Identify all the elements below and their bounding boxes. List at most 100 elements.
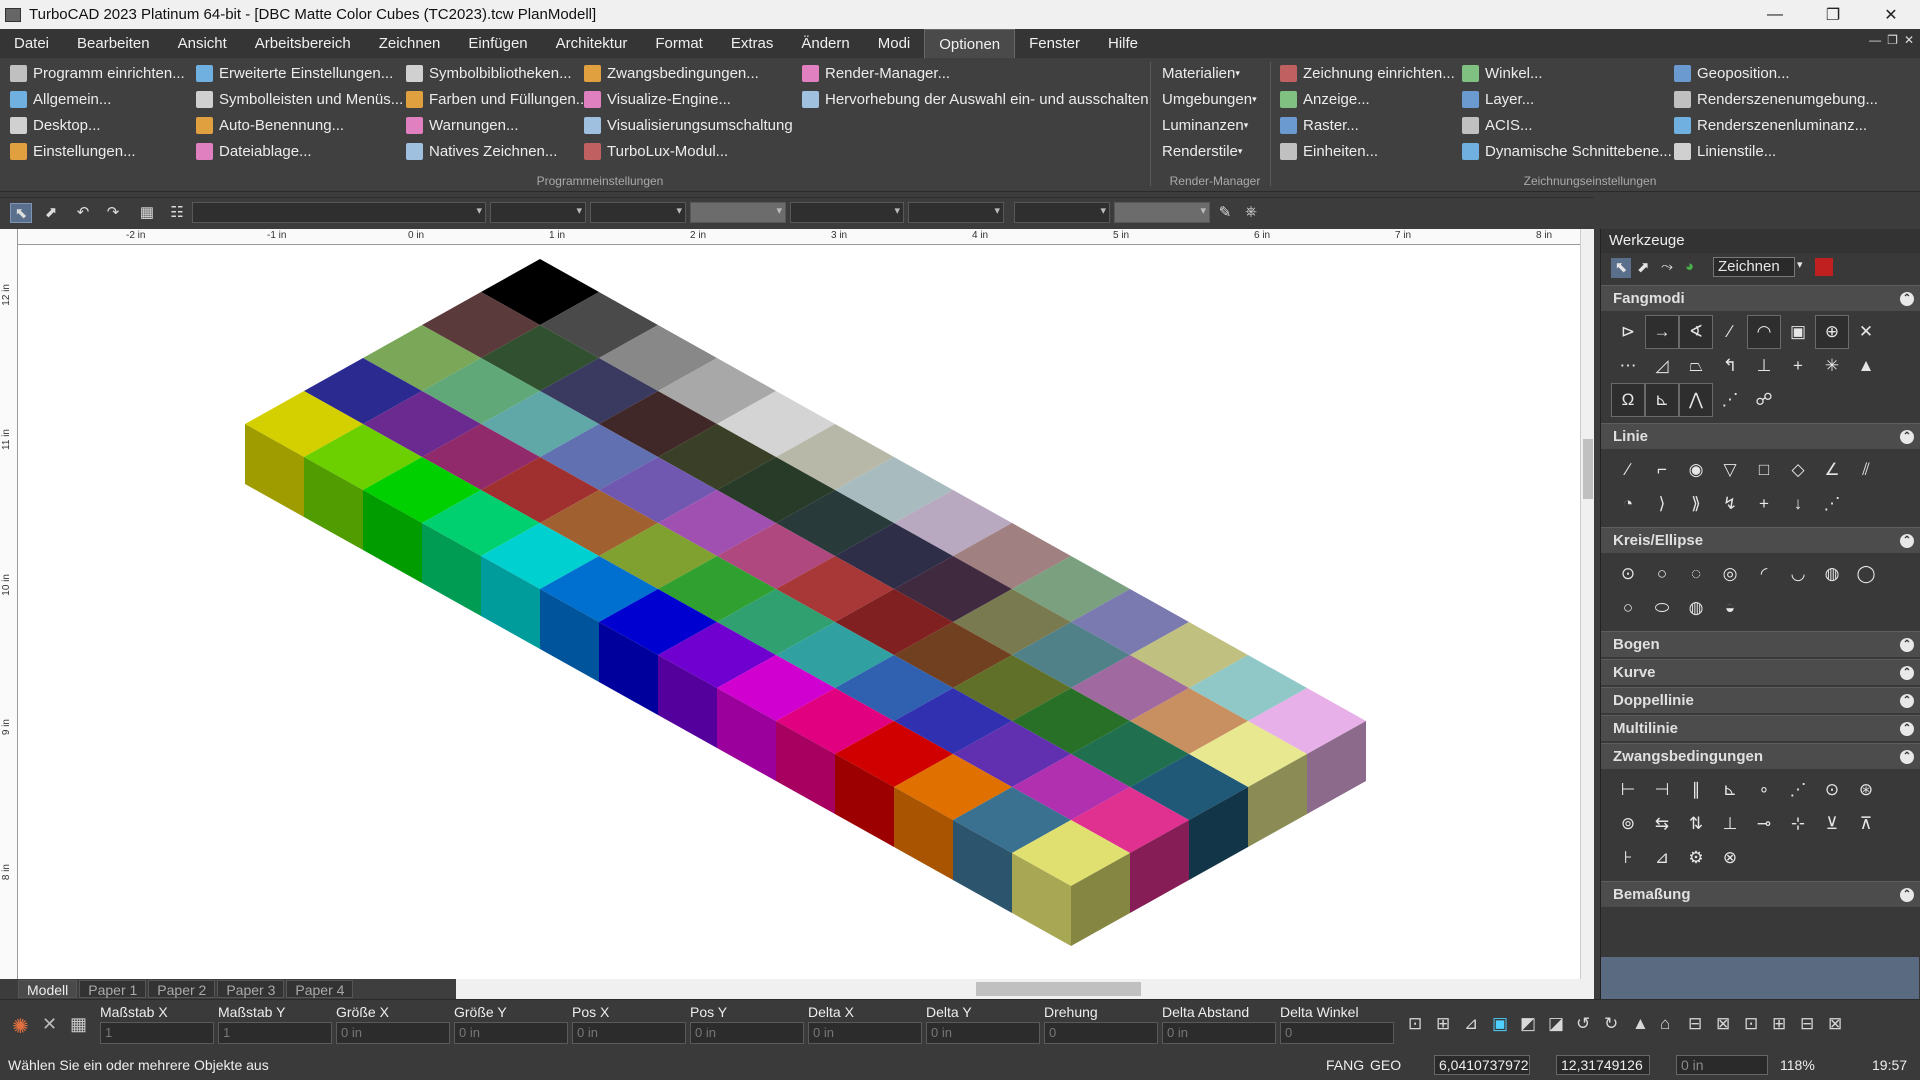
tool-icon[interactable]: ⋰	[1815, 487, 1849, 521]
panel-mode-select[interactable]: Zeichnen	[1713, 257, 1795, 277]
menu-bearbeiten[interactable]: Bearbeiten	[63, 29, 164, 58]
ribbon-item-4-3[interactable]: TurboLux-Modul...	[584, 138, 793, 164]
ribbon-item-6-3[interactable]: Renderstile ▾	[1162, 138, 1257, 164]
tool-icon[interactable]: ◠	[1747, 315, 1781, 349]
tool-icon[interactable]: ⟫	[1679, 487, 1713, 521]
menu-architektur[interactable]: Architektur	[542, 29, 642, 58]
ribbon-item-9-0[interactable]: Geoposition...	[1674, 60, 1878, 86]
ribbon-item-4-1[interactable]: Visualize-Engine...	[584, 86, 793, 112]
tool-icon[interactable]: ⊳	[1611, 315, 1645, 349]
inspector-input[interactable]: 0 in	[926, 1022, 1040, 1044]
tool-icon[interactable]: ◍	[1815, 557, 1849, 591]
inspector-tool-icon[interactable]: ⌂	[1660, 1014, 1670, 1034]
tool-icon[interactable]: ⊻	[1815, 807, 1849, 841]
inspector-tool-icon[interactable]: ↺	[1576, 1014, 1590, 1034]
ribbon-item-7-3[interactable]: Einheiten...	[1280, 138, 1455, 164]
panel-color-icon[interactable]	[1815, 258, 1833, 276]
inspector-tool-icon[interactable]: ⊡	[1744, 1014, 1758, 1034]
undo-icon[interactable]: ↶	[72, 203, 94, 223]
tool-icon[interactable]: ⋀	[1679, 383, 1713, 417]
tool-icon[interactable]: ⇆	[1645, 807, 1679, 841]
tool-icon[interactable]: ↰	[1713, 349, 1747, 383]
horizontal-scrollbar[interactable]	[456, 979, 1594, 999]
tool-icon[interactable]: ✕	[1849, 315, 1883, 349]
selector-icon[interactable]: ✺	[12, 1014, 29, 1039]
tool-icon[interactable]: ◌	[1679, 557, 1713, 591]
inspector-input[interactable]: 0 in	[1162, 1022, 1276, 1044]
ribbon-item-1-1[interactable]: Allgemein...	[10, 86, 185, 112]
tool-icon[interactable]: ◔	[1611, 487, 1645, 521]
menu-einfügen[interactable]: Einfügen	[454, 29, 541, 58]
tool-icon[interactable]: ◿	[1645, 349, 1679, 383]
section-3[interactable]: Bogen ⌃	[1601, 631, 1920, 657]
tool-icon[interactable]: ⊾	[1645, 383, 1679, 417]
tool-icon[interactable]: ⫽	[1849, 453, 1883, 487]
ribbon-item-4-0[interactable]: Zwangsbedingungen...	[584, 60, 793, 86]
panel-lasso-icon[interactable]: ⤳	[1661, 258, 1673, 275]
cancel-icon[interactable]: ✕	[42, 1014, 57, 1035]
tool-icon[interactable]: ◜	[1747, 557, 1781, 591]
menu-zeichnen[interactable]: Zeichnen	[365, 29, 455, 58]
tool-icon[interactable]: ◍	[1679, 591, 1713, 625]
inspector-tool-icon[interactable]: ◪	[1548, 1014, 1564, 1034]
collapse-icon[interactable]: ⌃	[1900, 534, 1914, 548]
mdi-close-icon[interactable]: ✕	[1904, 33, 1914, 47]
inspector-tool-icon[interactable]: ⊞	[1436, 1014, 1450, 1034]
inspector-tool-icon[interactable]: ▣	[1492, 1014, 1508, 1034]
tool-icon[interactable]: ✳	[1815, 349, 1849, 383]
ribbon-item-6-2[interactable]: Luminanzen ▾	[1162, 112, 1257, 138]
inspector-input[interactable]: 0 in	[572, 1022, 686, 1044]
menu-format[interactable]: Format	[641, 29, 717, 58]
tool-icon[interactable]: ⋰	[1781, 773, 1815, 807]
geo-indicator[interactable]: GEO	[1370, 1057, 1401, 1073]
tool-icon[interactable]: ⏢	[1679, 349, 1713, 383]
tool-icon[interactable]: ▲	[1849, 349, 1883, 383]
ribbon-item-3-1[interactable]: Farben und Füllungen...	[406, 86, 588, 112]
ribbon-item-4-2[interactable]: Visualisierungsumschaltung	[584, 112, 793, 138]
inspector-tool-icon[interactable]: ⊟	[1688, 1014, 1702, 1034]
tool-icon[interactable]: ↯	[1713, 487, 1747, 521]
inspector-input[interactable]: 1	[218, 1022, 332, 1044]
menu-extras[interactable]: Extras	[717, 29, 788, 58]
collapse-icon[interactable]: ⌃	[1900, 722, 1914, 736]
tool-icon[interactable]: ∥	[1679, 773, 1713, 807]
ribbon-item-9-1[interactable]: Renderszenenumgebung...	[1674, 86, 1878, 112]
ribbon-item-1-3[interactable]: Einstellungen...	[10, 138, 185, 164]
ribbon-item-6-0[interactable]: Materialien ▾	[1162, 60, 1257, 86]
tool-icon[interactable]: ⊥	[1713, 807, 1747, 841]
minimize-button[interactable]: —	[1746, 0, 1804, 29]
select-arrow-icon[interactable]: ⬉	[10, 203, 32, 223]
tool-icon[interactable]: ◡	[1781, 557, 1815, 591]
ribbon-item-8-3[interactable]: Dynamische Schnittebene...	[1462, 138, 1672, 164]
inspector-input[interactable]: 0 in	[808, 1022, 922, 1044]
ribbon-item-2-1[interactable]: Symbolleisten und Menüs...	[196, 86, 403, 112]
tool-icon[interactable]: ⬭	[1645, 591, 1679, 625]
tool-icon[interactable]: ⊢	[1611, 773, 1645, 807]
section-4[interactable]: Kurve ⌃	[1601, 659, 1920, 685]
menu-ansicht[interactable]: Ansicht	[164, 29, 241, 58]
tool-icon[interactable]: ⊦	[1611, 841, 1645, 875]
inspector-tool-icon[interactable]: ⊞	[1772, 1014, 1786, 1034]
tool-icon[interactable]: ⊙	[1815, 773, 1849, 807]
section-0[interactable]: Fangmodi ⌃	[1601, 285, 1920, 311]
tool-icon[interactable]: ⊣	[1645, 773, 1679, 807]
tool-icon[interactable]: ⊥	[1747, 349, 1781, 383]
collapse-icon[interactable]: ⌃	[1900, 666, 1914, 680]
linestyle-combo[interactable]	[590, 202, 686, 223]
tool-icon[interactable]: ⊼	[1849, 807, 1883, 841]
tool-icon[interactable]: □	[1747, 453, 1781, 487]
inspector-tool-icon[interactable]: ▲	[1632, 1014, 1649, 1034]
mdi-minimize-icon[interactable]: —	[1869, 33, 1881, 47]
panel-edit-icon[interactable]: ⬈	[1637, 258, 1650, 276]
tool-icon[interactable]: ☍	[1747, 383, 1781, 417]
tool-icon[interactable]: ⇅	[1679, 807, 1713, 841]
section-1[interactable]: Linie ⌃	[1601, 423, 1920, 449]
tool-icon[interactable]: ◉	[1679, 453, 1713, 487]
tool-icon[interactable]: ⊹	[1781, 807, 1815, 841]
coord-x-field[interactable]: 6,0410737972	[1434, 1055, 1530, 1075]
eyedropper-icon[interactable]: ✎	[1214, 203, 1236, 223]
tool-icon[interactable]: ∕	[1713, 315, 1747, 349]
tool-icon[interactable]: ◇	[1781, 453, 1815, 487]
tool-icon[interactable]: ⊙	[1611, 557, 1645, 591]
ribbon-item-1-2[interactable]: Desktop...	[10, 112, 185, 138]
